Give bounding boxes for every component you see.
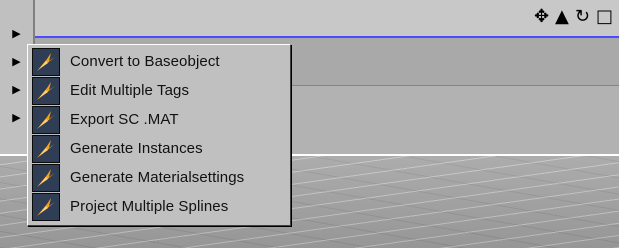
menu-item-label: Edit Multiple Tags	[70, 82, 190, 99]
plugin-sparkle-icon	[32, 76, 60, 105]
menu-item-project-multiple-splines[interactable]: Project Multiple Splines	[28, 192, 290, 221]
submenu-arrow-icon[interactable]: ▶	[0, 20, 33, 46]
plugins-context-menu: Convert to Baseobject Edit Multiple Tags	[27, 44, 291, 226]
menu-item-edit-multiple-tags[interactable]: Edit Multiple Tags	[28, 76, 290, 105]
menu-item-label: Convert to Baseobject	[70, 53, 220, 70]
scale-icon[interactable]: ▲	[555, 6, 569, 28]
plugin-sparkle-icon	[32, 192, 60, 221]
plugin-sparkle-icon	[32, 105, 60, 134]
menu-item-convert-to-baseobject[interactable]: Convert to Baseobject	[28, 47, 290, 76]
menu-item-export-sc-mat[interactable]: Export SC .MAT	[28, 105, 290, 134]
menu-item-label: Generate Materialsettings	[70, 169, 245, 186]
menu-item-label: Project Multiple Splines	[70, 198, 229, 215]
menu-item-generate-instances[interactable]: Generate Instances	[28, 134, 290, 163]
viewport-navigation-icons: ✥ ▲ ↻ □	[534, 6, 613, 28]
menu-item-generate-materialsettings[interactable]: Generate Materialsettings	[28, 163, 290, 192]
viewport-header-bar: ✥ ▲ ↻ □	[35, 0, 619, 38]
menu-item-label: Export SC .MAT	[70, 111, 179, 128]
plugin-sparkle-icon	[32, 47, 60, 76]
move-icon[interactable]: ✥	[534, 6, 549, 28]
rotate-icon[interactable]: ↻	[575, 6, 590, 28]
plugin-sparkle-icon	[32, 134, 60, 163]
maximize-icon[interactable]: □	[596, 6, 613, 28]
menu-items: Convert to Baseobject Edit Multiple Tags	[28, 47, 290, 221]
app-frame: ▶ ▶ ▶ ▶ ✥ ▲ ↻ □ Convert to Baseobject Ed…	[0, 0, 619, 248]
plugin-sparkle-icon	[32, 163, 60, 192]
menu-item-label: Generate Instances	[70, 140, 203, 157]
